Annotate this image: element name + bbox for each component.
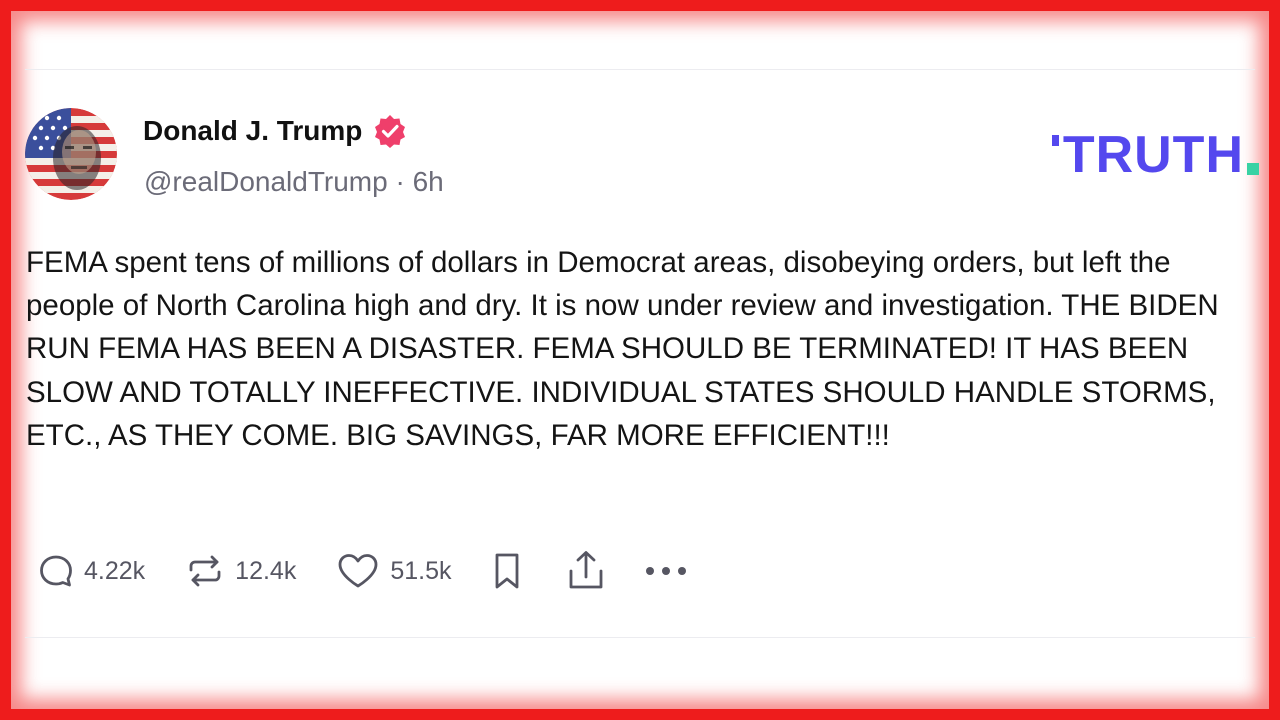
like-button[interactable]: 51.5k — [336, 552, 452, 590]
retruth-count: 12.4k — [235, 556, 297, 585]
reply-count: 4.22k — [84, 556, 146, 585]
reply-bubble-icon — [38, 553, 74, 589]
share-upload-icon — [566, 549, 606, 593]
logo-dot — [1247, 163, 1259, 175]
like-count: 51.5k — [390, 556, 452, 585]
author-handle[interactable]: @realDonaldTrump — [144, 166, 388, 197]
truth-social-post: Donald J. Trump @realDonaldTrump · 6h TR… — [11, 11, 1269, 709]
meta-separator: · — [395, 166, 405, 197]
more-dots-icon — [644, 565, 688, 577]
verified-badge-icon — [372, 113, 408, 149]
bookmark-icon — [490, 551, 524, 591]
bookmark-button[interactable] — [490, 551, 524, 591]
bottom-divider — [25, 637, 1255, 638]
repost-arrows-icon — [185, 553, 225, 589]
post-timestamp[interactable]: 6h — [413, 166, 444, 197]
author-display-name[interactable]: Donald J. Trump — [143, 115, 362, 147]
author-name-row: Donald J. Trump — [143, 113, 408, 149]
reply-button[interactable]: 4.22k — [38, 553, 145, 589]
post-action-bar: 4.22k 12.4k 51.5k — [38, 551, 688, 591]
more-options-button[interactable] — [644, 565, 688, 577]
truth-social-logo: TRUTH — [1051, 125, 1259, 185]
share-button[interactable] — [566, 549, 606, 593]
logo-tick-mark — [1051, 135, 1059, 146]
heart-icon — [336, 552, 380, 590]
author-meta-row: @realDonaldTrump · 6h — [144, 166, 444, 198]
logo-text: TRUTH — [1062, 126, 1244, 184]
top-divider — [25, 69, 1255, 70]
retruth-button[interactable]: 12.4k — [185, 553, 296, 589]
avatar[interactable] — [25, 108, 117, 200]
post-body-text: FEMA spent tens of millions of dollars i… — [26, 246, 1219, 452]
